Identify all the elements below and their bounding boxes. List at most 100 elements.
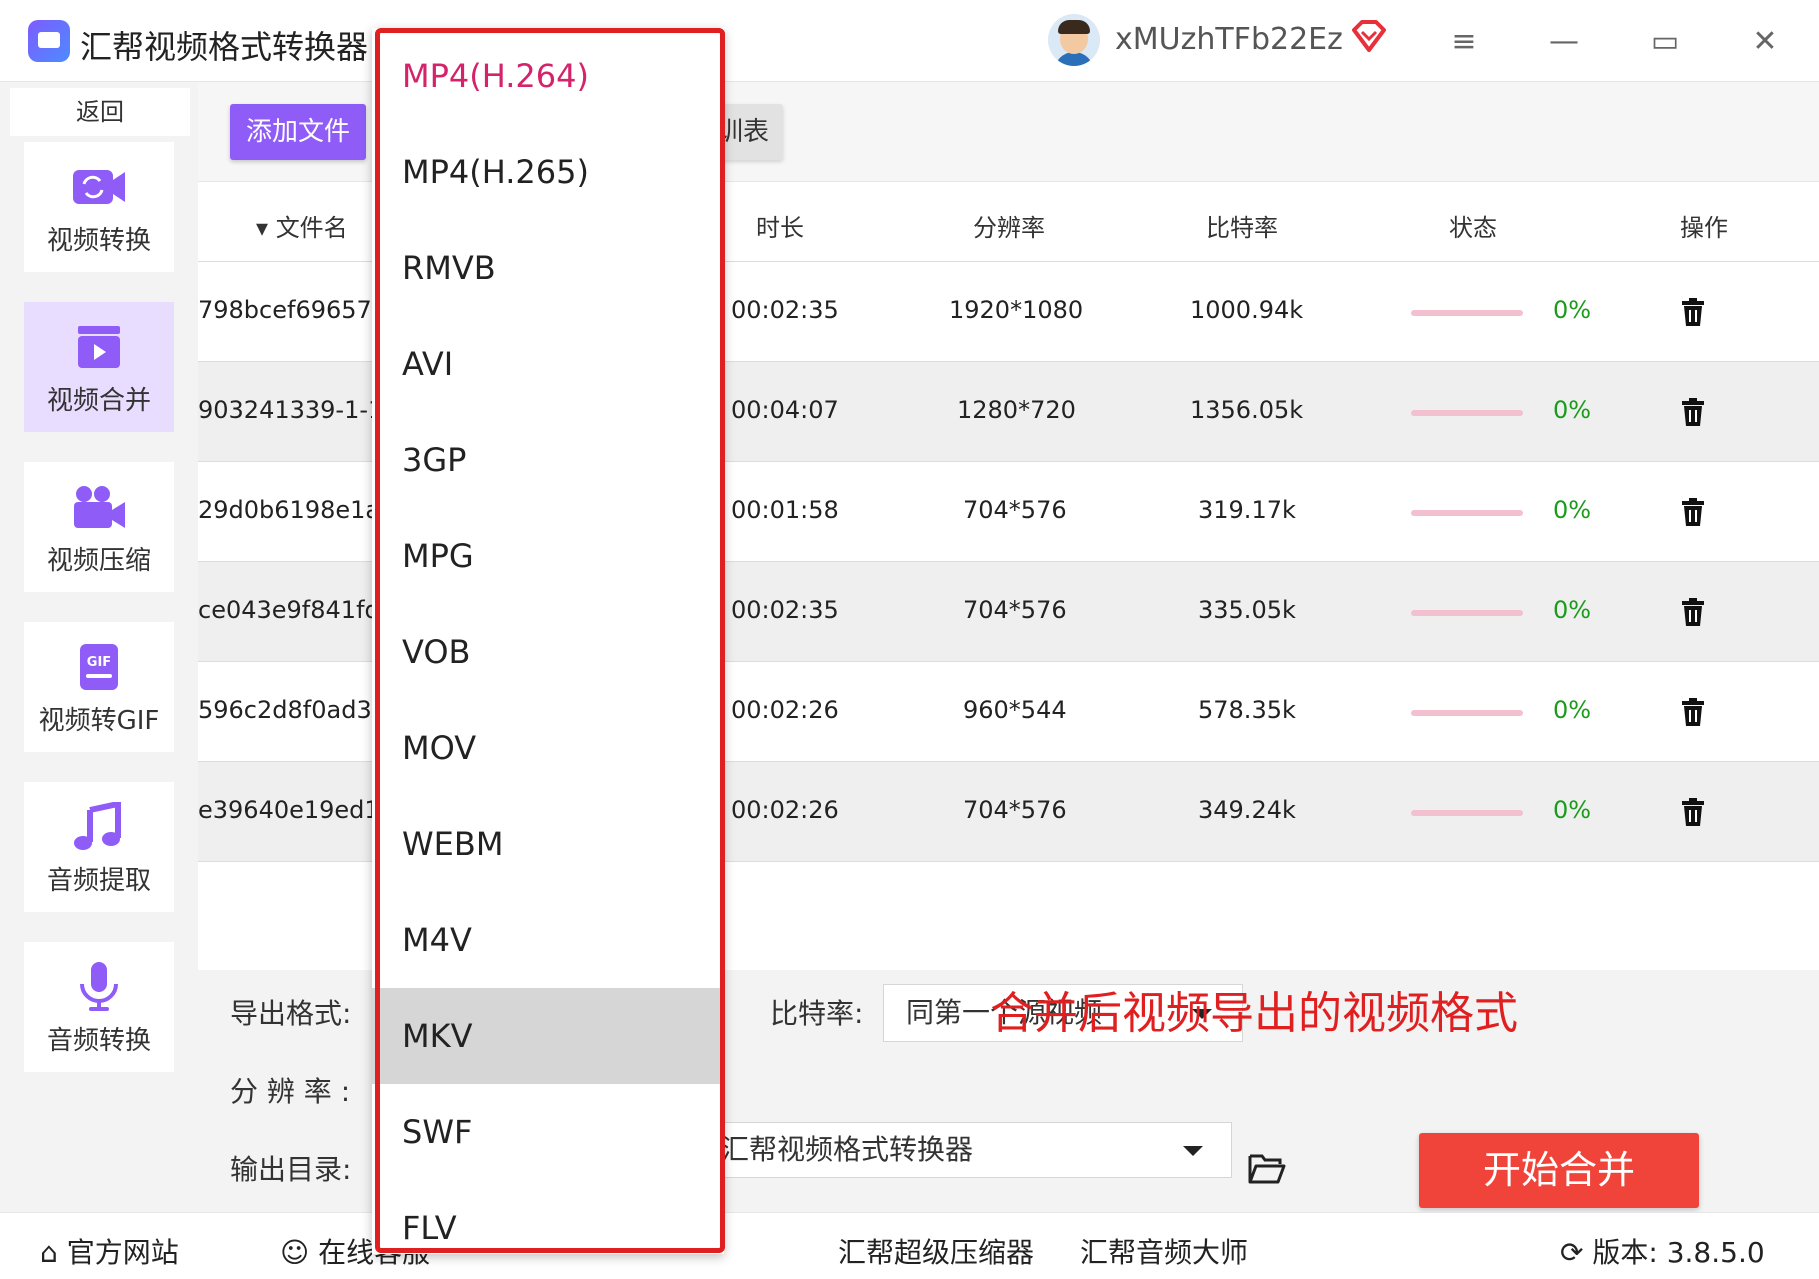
nav-video-convert[interactable]: 视频转换 bbox=[24, 142, 174, 272]
nav-label: 视频转换 bbox=[46, 226, 151, 256]
version-info[interactable]: ⟳ 版本: 3.8.5.0 bbox=[1560, 1231, 1765, 1271]
nav-label: 音频提取 bbox=[46, 866, 151, 896]
resolution-cell: 1920*1080 bbox=[949, 296, 1084, 324]
trash-icon[interactable] bbox=[1682, 398, 1704, 426]
trash-icon[interactable] bbox=[1682, 798, 1704, 826]
format-option-mov[interactable]: MOV bbox=[372, 700, 724, 796]
progress-percent: 0% bbox=[1553, 496, 1592, 524]
user-name[interactable]: xMUzhTFb22Ez bbox=[1115, 22, 1343, 57]
user-avatar[interactable] bbox=[1048, 14, 1100, 66]
nav-video-compress[interactable]: 视频压缩 bbox=[24, 462, 174, 592]
duration-cell: 00:02:35 bbox=[731, 596, 839, 624]
format-option-m4v[interactable]: M4V bbox=[372, 892, 724, 988]
duration-cell: 00:01:58 bbox=[731, 496, 839, 524]
resolution-cell: 704*576 bbox=[963, 596, 1067, 624]
output-dir-label: 输出目录: bbox=[230, 1153, 352, 1186]
progress-percent: 0% bbox=[1553, 396, 1592, 424]
progress-percent: 0% bbox=[1553, 696, 1592, 724]
format-option-avi[interactable]: AVI bbox=[372, 316, 724, 412]
nav-video-to-gif[interactable]: GIF 视频转GIF bbox=[24, 622, 174, 752]
nav-audio-convert[interactable]: 音频转换 bbox=[24, 942, 174, 1072]
format-option-vob[interactable]: VOB bbox=[372, 604, 724, 700]
nav-label: 音频转换 bbox=[46, 1026, 151, 1056]
minimize-icon[interactable]: — bbox=[1544, 22, 1584, 62]
video-merge-icon bbox=[78, 326, 120, 368]
trash-icon[interactable] bbox=[1682, 698, 1704, 726]
resolution-cell: 704*576 bbox=[963, 496, 1067, 524]
start-merge-button[interactable]: 开始合并 bbox=[1419, 1133, 1699, 1208]
app-logo-icon bbox=[28, 20, 70, 62]
nav-video-merge[interactable]: 视频合并 bbox=[24, 302, 174, 432]
app-title: 汇帮视频格式转换器 bbox=[80, 28, 369, 66]
nav-label: 视频合并 bbox=[46, 386, 151, 416]
bitrate-cell: 335.05k bbox=[1198, 596, 1296, 624]
bitrate-cell: 1356.05k bbox=[1190, 396, 1304, 424]
bitrate-cell: 349.24k bbox=[1198, 796, 1296, 824]
resolution-cell: 960*544 bbox=[963, 696, 1067, 724]
nav-label: 视频转GIF bbox=[38, 706, 160, 736]
filename-cell: 596c2d8f0ad33 bbox=[198, 696, 387, 724]
trash-icon[interactable] bbox=[1682, 498, 1704, 526]
format-option-rmvb[interactable]: RMVB bbox=[372, 220, 724, 316]
back-button[interactable]: 返回 bbox=[10, 88, 190, 136]
format-option-mkv[interactable]: MKV bbox=[372, 988, 724, 1084]
microphone-icon bbox=[80, 962, 118, 1011]
format-option-swf[interactable]: SWF bbox=[372, 1084, 724, 1180]
music-note-icon bbox=[74, 802, 121, 850]
resolution-cell: 704*576 bbox=[963, 796, 1067, 824]
progress-bar bbox=[1411, 610, 1523, 616]
title-bar: 汇帮视频格式转换器 xMUzhTFb22Ez ≡ — ▭ ✕ bbox=[0, 0, 1819, 82]
format-option-mpg[interactable]: MPG bbox=[372, 508, 724, 604]
action-header: 操作 bbox=[1680, 214, 1728, 242]
bitrate-cell: 578.35k bbox=[1198, 696, 1296, 724]
format-option-mp4-h265[interactable]: MP4(H.265) bbox=[372, 124, 724, 220]
bitrate-header: 比特率 bbox=[1206, 214, 1278, 242]
chevron-down-icon bbox=[1183, 1146, 1203, 1156]
trash-icon[interactable] bbox=[1682, 298, 1704, 326]
home-icon: ⌂ bbox=[40, 1236, 58, 1269]
gif-icon: GIF bbox=[80, 644, 118, 690]
format-option-mp4-h264[interactable]: MP4(H.264) bbox=[372, 28, 724, 124]
status-header: 状态 bbox=[1449, 214, 1497, 242]
filename-cell: 903241339-1-1 bbox=[198, 396, 384, 424]
video-convert-icon bbox=[73, 170, 125, 204]
format-option-flv[interactable]: FLV bbox=[372, 1180, 724, 1254]
filename-cell: ce043e9f841fd bbox=[198, 596, 380, 624]
progress-bar bbox=[1411, 410, 1523, 416]
audio-master-link[interactable]: 汇帮音频大师 bbox=[1080, 1231, 1248, 1271]
format-option-3gp[interactable]: 3GP bbox=[372, 412, 724, 508]
nav-audio-extract[interactable]: 音频提取 bbox=[24, 782, 174, 912]
progress-bar bbox=[1411, 810, 1523, 816]
vip-diamond-icon[interactable] bbox=[1350, 18, 1388, 56]
footer: ⌂ 官方网站 ☺ 在线客服 汇帮超级压缩器 汇帮音频大师 ⟳ 版本: 3.8.5… bbox=[0, 1212, 1819, 1279]
bitrate-label: 比特率: bbox=[770, 997, 864, 1030]
filename-cell: 29d0b6198e1a bbox=[198, 496, 381, 524]
output-dir-select[interactable]: 汇帮视频格式转换器 bbox=[698, 1122, 1232, 1178]
folder-open-icon[interactable] bbox=[1248, 1152, 1286, 1184]
resolution-label: 分 辨 率 : bbox=[230, 1075, 351, 1108]
refresh-icon: ⟳ bbox=[1560, 1236, 1584, 1269]
duration-cell: 00:02:35 bbox=[731, 296, 839, 324]
sort-filename-header[interactable]: ▾ 文件名 bbox=[256, 208, 348, 243]
close-icon[interactable]: ✕ bbox=[1745, 22, 1785, 62]
format-option-webm[interactable]: WEBM bbox=[372, 796, 724, 892]
progress-bar bbox=[1411, 310, 1523, 316]
output-dir-value: 汇帮视频格式转换器 bbox=[721, 1133, 974, 1166]
compressor-link[interactable]: 汇帮超级压缩器 bbox=[838, 1231, 1034, 1271]
bitrate-cell: 1000.94k bbox=[1190, 296, 1304, 324]
menu-icon[interactable]: ≡ bbox=[1444, 22, 1484, 62]
resolution-cell: 1280*720 bbox=[957, 396, 1076, 424]
trash-icon[interactable] bbox=[1682, 598, 1704, 626]
maximize-icon[interactable]: ▭ bbox=[1645, 22, 1685, 62]
progress-bar bbox=[1411, 510, 1523, 516]
sidebar: 返回 视频转换 视频合并 视频压缩 GIF 视频转GIF 音频提取 音频转换 bbox=[0, 82, 198, 1212]
video-compress-icon bbox=[74, 486, 125, 528]
bitrate-cell: 319.17k bbox=[1198, 496, 1296, 524]
headset-icon: ☺ bbox=[280, 1236, 310, 1269]
filename-cell: e39640e19ed1 bbox=[198, 796, 380, 824]
add-file-button[interactable]: 添加文件 bbox=[230, 104, 366, 160]
website-link[interactable]: ⌂ 官方网站 bbox=[40, 1231, 179, 1271]
duration-header: 时长 bbox=[756, 214, 804, 242]
format-dropdown-list[interactable]: MP4(H.264) MP4(H.265) RMVB AVI 3GP MPG V… bbox=[372, 28, 724, 1254]
export-format-label: 导出格式: bbox=[230, 997, 352, 1030]
